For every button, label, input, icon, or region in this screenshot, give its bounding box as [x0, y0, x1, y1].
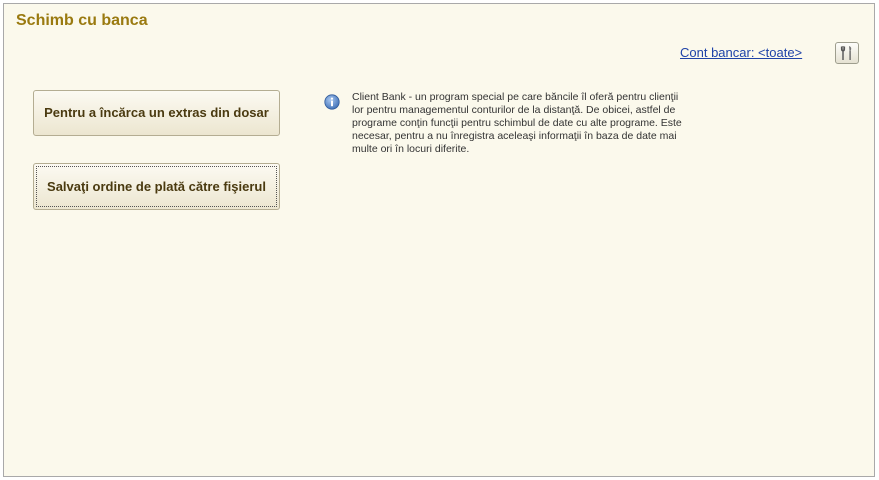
tools-icon — [840, 46, 852, 60]
bank-exchange-panel: Schimb cu banca Cont bancar: <toate> Pen… — [3, 3, 875, 477]
load-statement-label: Pentru a încărca un extras din dosar — [44, 105, 269, 120]
info-icon — [324, 94, 340, 110]
save-payment-orders-button[interactable]: Salvaţi ordine de plată către fişierul — [33, 163, 280, 210]
info-description: Client Bank - un program special pe care… — [352, 91, 682, 155]
page-title: Schimb cu banca — [16, 12, 148, 29]
load-statement-button[interactable]: Pentru a încărca un extras din dosar — [33, 90, 280, 136]
bank-account-link[interactable]: Cont bancar: <toate> — [680, 45, 802, 60]
save-payment-orders-label: Salvaţi ordine de plată către fişierul — [47, 178, 266, 194]
settings-button[interactable] — [835, 42, 859, 64]
